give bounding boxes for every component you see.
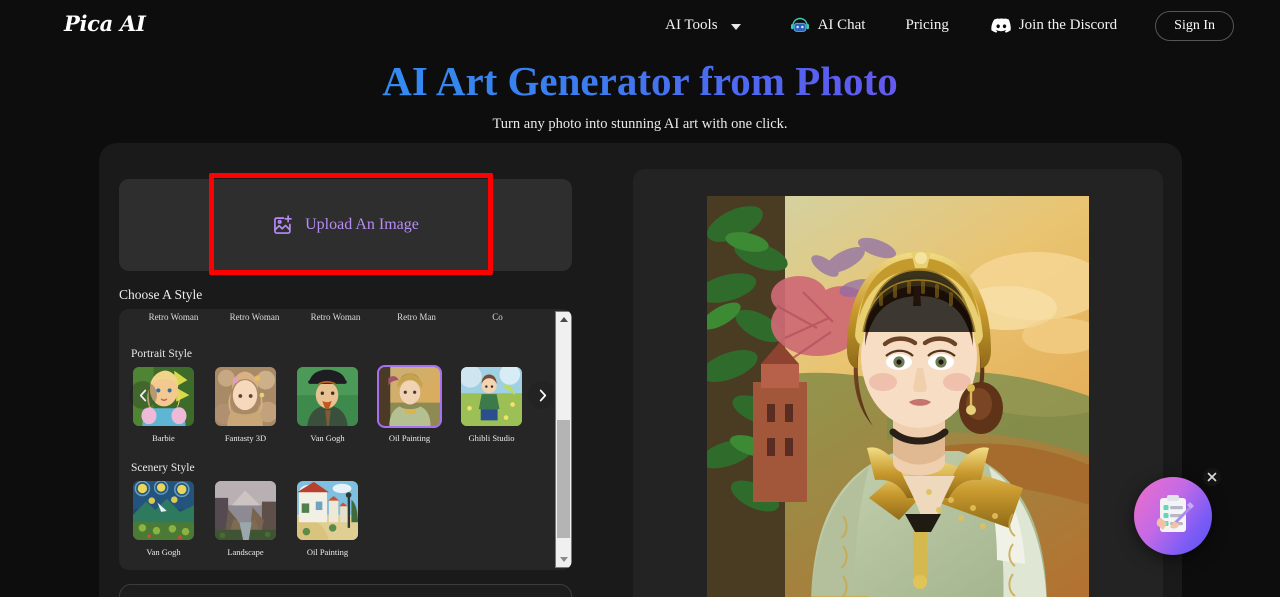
style-item-van-gogh-portrait[interactable]: Van Gogh xyxy=(295,365,360,443)
survey-widget[interactable] xyxy=(1134,468,1221,555)
site-header: Pica AI AI Tools AI Chat Pricing Join th… xyxy=(0,0,1280,51)
app-root: Pica AI AI Tools AI Chat Pricing Join th… xyxy=(0,0,1280,597)
style-thumb-image[interactable] xyxy=(295,479,360,542)
scrollbar-up-button[interactable] xyxy=(556,312,571,327)
left-column: Upload An Image Choose A Style Retro Wom… xyxy=(119,179,572,570)
ai-chat-robot-icon xyxy=(789,16,811,35)
generate-action-area[interactable] xyxy=(119,584,572,597)
style-group-label-scenery: Scenery Style xyxy=(131,462,195,474)
triangle-up-icon xyxy=(559,317,568,322)
style-item-label: Fantasty 3D xyxy=(224,433,267,443)
nav-item-label: Join the Discord xyxy=(1018,17,1118,33)
style-thumb-image[interactable] xyxy=(131,479,196,542)
nav-item-label: AI Chat xyxy=(817,17,866,33)
style-scroll-viewport: Retro Woman Retro Woman Retro Woman Retr… xyxy=(119,309,553,570)
image-plus-icon xyxy=(272,214,294,236)
hero-section: AI Art Generator from Photo Turn any pho… xyxy=(0,56,1280,133)
style-thumb-image[interactable] xyxy=(213,479,278,542)
nav-item-ai-chat[interactable]: AI Chat xyxy=(789,16,866,35)
style-item-label: Landscape xyxy=(227,547,264,557)
sign-in-button[interactable]: Sign In xyxy=(1155,10,1234,41)
main-nav: AI Tools AI Chat Pricing Join the Discor… xyxy=(665,0,1234,51)
nav-item-label: AI Tools xyxy=(665,17,718,33)
close-icon[interactable] xyxy=(1203,468,1221,486)
style-group-label-portrait: Portrait Style xyxy=(131,348,193,360)
nav-item-pricing[interactable]: Pricing xyxy=(905,17,948,34)
style-thumb-image[interactable] xyxy=(459,365,524,428)
choose-a-style-heading: Choose A Style xyxy=(119,287,203,302)
style-item-label: Ghibli Studio xyxy=(468,433,515,443)
style-item-landscape[interactable]: Landscape xyxy=(213,479,278,557)
overflow-caption: Retro Woman xyxy=(229,312,280,322)
style-carousel-next-button[interactable] xyxy=(528,381,553,409)
style-item-oil-painting-portrait[interactable]: Oil Painting xyxy=(377,365,442,443)
style-item-fantasty-3d[interactable]: Fantasty 3D xyxy=(213,365,278,443)
logo[interactable]: Pica AI xyxy=(64,11,146,36)
nav-item-join-discord[interactable]: Join the Discord xyxy=(991,17,1117,34)
page-subtitle: Turn any photo into stunning AI art with… xyxy=(492,116,788,133)
upload-image-button[interactable]: Upload An Image xyxy=(119,179,572,271)
style-thumb-row-scenery: Van Gogh Landscape Oil Painting xyxy=(131,479,360,557)
style-thumb-image[interactable] xyxy=(377,365,442,428)
overflow-caption: Retro Man xyxy=(397,312,436,322)
style-item-label: Van Gogh xyxy=(310,433,345,443)
style-picker-panel: Retro Woman Retro Woman Retro Woman Retr… xyxy=(119,309,572,570)
page-title: AI Art Generator from Photo xyxy=(0,56,1280,107)
overflow-caption: Retro Woman xyxy=(310,312,361,322)
scrollbar-thumb[interactable] xyxy=(557,420,570,538)
style-item-label: Oil Painting xyxy=(306,547,349,557)
survey-clipboard-icon[interactable] xyxy=(1134,477,1212,555)
style-item-label: Van Gogh xyxy=(146,547,181,557)
style-item-label: Barbie xyxy=(152,433,175,443)
discord-icon xyxy=(991,17,1012,34)
style-thumb-image[interactable] xyxy=(213,365,278,428)
preview-image xyxy=(707,196,1089,597)
overflow-caption: Co xyxy=(492,312,503,322)
overflow-caption: Retro Woman xyxy=(148,312,199,322)
style-item-label: Oil Painting xyxy=(388,433,431,443)
style-item-oil-painting-scenery[interactable]: Oil Painting xyxy=(295,479,360,557)
triangle-down-icon xyxy=(559,557,568,562)
style-item-ghibli-studio[interactable]: Ghibli Studio xyxy=(459,365,524,443)
style-carousel-prev-button[interactable] xyxy=(129,381,157,409)
style-thumb-image[interactable] xyxy=(295,365,360,428)
generator-card: Upload An Image Choose A Style Retro Wom… xyxy=(99,143,1182,597)
scrollbar-down-button[interactable] xyxy=(556,552,571,567)
nav-item-label: Pricing xyxy=(905,17,949,33)
nav-item-ai-tools[interactable]: AI Tools xyxy=(665,17,741,34)
style-panel-scrollbar[interactable] xyxy=(555,311,572,568)
preview-panel xyxy=(633,169,1163,597)
chevron-down-icon xyxy=(730,23,741,30)
overflow-caption-row: Retro Woman Retro Woman Retro Woman Retr… xyxy=(119,312,553,332)
style-item-van-gogh-scenery[interactable]: Van Gogh xyxy=(131,479,196,557)
style-thumb-row-portrait: Barbie Fantasty 3D Van Gogh Oil Painting… xyxy=(131,365,524,443)
upload-image-label: Upload An Image xyxy=(305,216,419,233)
